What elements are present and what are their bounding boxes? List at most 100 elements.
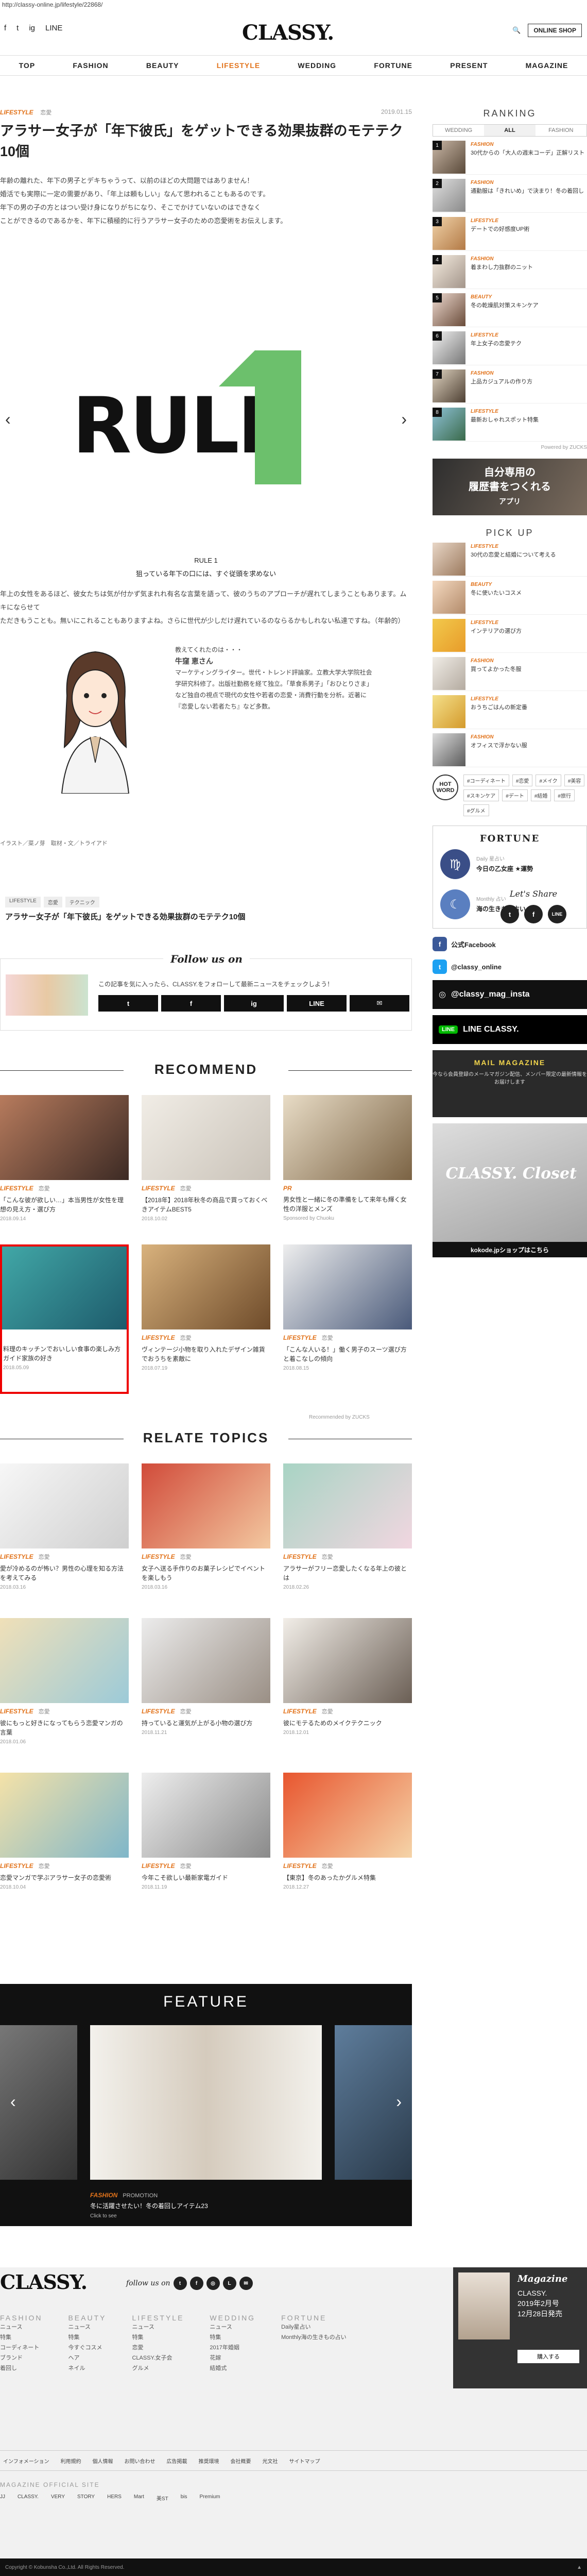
related-card[interactable]: LIFESTYLE 恋愛 彼にもっと好きになってもらう恋愛マンガの言葉 2018.…	[0, 1618, 129, 1773]
card-category[interactable]: LIFESTYLE	[283, 1708, 317, 1715]
card-subcategory[interactable]: 恋愛	[180, 1335, 192, 1341]
card-title[interactable]: 「こんな彼が欲しい…」本当男性が女性を理想の見え方・選び方	[0, 1196, 129, 1214]
footer-mail-icon[interactable]: ✉	[239, 2277, 253, 2290]
footer-twitter-icon[interactable]: t	[173, 2277, 187, 2290]
footer-link[interactable]: ニュース	[68, 2322, 106, 2332]
ranking-item[interactable]: 8 LIFESTYLE 最新おしゃれスポット特集	[433, 403, 587, 442]
related-card[interactable]: LIFESTYLE 恋愛 女子へ送る手作りのお菓子レシピでイベントを楽しもう 20…	[142, 1463, 270, 1618]
tag-chip[interactable]: LIFESTYLE	[5, 897, 41, 907]
pickup-item[interactable]: BEAUTY 冬に使いたいコスメ	[433, 577, 587, 615]
feature-main-image[interactable]	[90, 2025, 322, 2180]
card-category[interactable]: LIFESTYLE	[0, 1862, 33, 1870]
pickup-thumbnail[interactable]	[433, 657, 465, 690]
related-card[interactable]: LIFESTYLE 恋愛 愛が冷めるのが怖い？男性の心理を知る方法を考えてみる 2…	[0, 1463, 129, 1618]
ranking-item[interactable]: 3 LIFESTYLE デートでの好感度UP術	[433, 213, 587, 251]
magazine-site-link[interactable]: VERY	[51, 2494, 65, 2502]
footer-link[interactable]: 今すぐコスメ	[68, 2343, 106, 2353]
hot-word-tag[interactable]: #恋愛	[512, 775, 533, 786]
twitter-label[interactable]: @classy_online	[451, 963, 502, 971]
pickup-item[interactable]: LIFESTYLE 30代の恋愛と結婚について考える	[433, 538, 587, 577]
instagram-banner[interactable]: ◎ @classy_mag_insta	[433, 980, 587, 1009]
card-category[interactable]: LIFESTYLE	[283, 1334, 317, 1341]
ranking-category[interactable]: LIFESTYLE	[471, 331, 522, 340]
ranking-title[interactable]: 冬の乾燥肌対策スキンケア	[471, 301, 539, 310]
card-category[interactable]: LIFESTYLE	[142, 1334, 175, 1341]
footer-logo[interactable]: CLASSY.	[0, 2270, 88, 2294]
ranking-category[interactable]: LIFESTYLE	[471, 408, 539, 416]
footer-link[interactable]: Monthly海の生きもの占い	[281, 2332, 347, 2343]
ranking-thumbnail[interactable]: 2	[433, 179, 465, 212]
nav-wedding[interactable]: WEDDING	[298, 61, 336, 70]
ranking-category[interactable]: FASHION	[471, 369, 532, 378]
card-category[interactable]: LIFESTYLE	[0, 1553, 33, 1560]
ranking-thumbnail[interactable]: 7	[433, 369, 465, 402]
card-title[interactable]: 【東京】冬のあったかグルメ特集	[283, 1873, 412, 1882]
related-card[interactable]: LIFESTYLE 恋愛 彼にモテるためのメイクテクニック 2018.12.01	[283, 1618, 412, 1773]
card-image[interactable]	[283, 1773, 412, 1858]
card-title[interactable]: アラサーがフリー恋愛したくなる年上の彼とは	[283, 1564, 412, 1582]
follow-facebook-button[interactable]: f	[161, 995, 221, 1012]
pickup-category[interactable]: BEAUTY	[471, 581, 522, 589]
facebook-label[interactable]: 公式Facebook	[451, 939, 496, 949]
pickup-title[interactable]: オフィスで浮かない服	[471, 742, 527, 750]
card-image[interactable]	[142, 1618, 270, 1703]
ranking-category[interactable]: BEAUTY	[471, 293, 539, 301]
footer-col-heading[interactable]: WEDDING	[210, 2314, 255, 2322]
pickup-title[interactable]: インテリアの選び方	[471, 627, 522, 635]
hot-word-tag[interactable]: #コーディネート	[463, 775, 509, 786]
ranking-item[interactable]: 6 LIFESTYLE 年上女子の恋愛テク	[433, 327, 587, 365]
ranking-thumbnail[interactable]: 5	[433, 293, 465, 326]
pickup-thumbnail[interactable]	[433, 695, 465, 728]
pickup-thumbnail[interactable]	[433, 619, 465, 652]
pickup-category[interactable]: LIFESTYLE	[471, 695, 527, 703]
feature-category[interactable]: FASHION	[90, 2192, 117, 2199]
ranking-thumbnail[interactable]: 3	[433, 217, 465, 250]
card-title[interactable]: 男女性と一緒に冬の準備をして来年も輝く女性の洋服とメンズ	[283, 1195, 412, 1214]
card-subcategory[interactable]: 恋愛	[322, 1863, 333, 1870]
tag-chip[interactable]: テクニック	[65, 897, 99, 907]
card-title[interactable]: 愛が冷めるのが怖い？男性の心理を知る方法を考えてみる	[0, 1564, 129, 1582]
hot-word-tag[interactable]: #スキンケア	[463, 789, 499, 801]
footer-link[interactable]: ニュース	[210, 2322, 255, 2332]
site-logo[interactable]: CLASSY.	[242, 21, 334, 45]
ranking-title[interactable]: 最新おしゃれスポット特集	[471, 416, 539, 424]
fortune-text[interactable]: 海の生きもの占い	[476, 904, 526, 914]
ranking-title[interactable]: 30代からの「大人の週末コーデ」正解リスト	[471, 149, 584, 157]
card-category[interactable]: LIFESTYLE	[142, 1185, 175, 1192]
hot-word-tag[interactable]: #デート	[502, 789, 528, 801]
footer-link[interactable]: ブランド	[0, 2353, 42, 2363]
magazine-site-link[interactable]: STORY	[77, 2494, 95, 2502]
card-subcategory[interactable]: 恋愛	[180, 1863, 192, 1870]
magazine-site-link[interactable]: 美ST	[157, 2494, 168, 2502]
card-image[interactable]	[283, 1463, 412, 1548]
recommend-card[interactable]: PR 男女性と一緒に冬の準備をして来年も輝く女性の洋服とメンズ Sponsore…	[283, 1095, 412, 1244]
magazine-site-link[interactable]: Mart	[134, 2494, 144, 2502]
pickup-title[interactable]: 30代の恋愛と結婚について考える	[471, 551, 556, 559]
ranking-item[interactable]: 7 FASHION 上品カジュアルの作り方	[433, 365, 587, 403]
footer-bottom-link[interactable]: お問い合わせ	[125, 2457, 156, 2465]
feature-prev-icon[interactable]: ‹	[10, 2092, 16, 2111]
pickup-thumbnail[interactable]	[433, 733, 465, 766]
ranking-item[interactable]: 5 BEAUTY 冬の乾燥肌対策スキンケア	[433, 289, 587, 327]
nav-top[interactable]: TOP	[19, 61, 36, 70]
card-subcategory[interactable]: 恋愛	[39, 1186, 50, 1192]
ranking-title[interactable]: 上品カジュアルの作り方	[471, 378, 532, 386]
magazine-buy-button[interactable]: 購入する	[517, 2350, 579, 2363]
closet-banner[interactable]: CLASSY. Closet kokode.jpショップはこちら	[433, 1123, 587, 1257]
line-banner[interactable]: LINE LINE CLASSY.	[433, 1015, 587, 1044]
card-subcategory[interactable]: 恋愛	[322, 1709, 333, 1715]
card-image[interactable]	[0, 1773, 129, 1858]
recommend-card[interactable]: LIFESTYLE 恋愛 「こんな人いる！」働く男子のスーツ選び方と着こなしの傾向…	[283, 1244, 412, 1394]
pickup-title[interactable]: 買ってよかった冬服	[471, 665, 521, 674]
pickup-item[interactable]: LIFESTYLE おうちごはんの新定番	[433, 691, 587, 729]
facebook-icon[interactable]: f	[4, 24, 6, 32]
footer-link[interactable]: 着回し	[0, 2363, 42, 2373]
footer-link[interactable]: 恋愛	[132, 2343, 184, 2353]
pickup-item[interactable]: FASHION 買ってよかった冬服	[433, 653, 587, 691]
related-card[interactable]: LIFESTYLE 恋愛 今年こそ欲しい最新家電ガイド 2018.11.19	[142, 1773, 270, 1927]
footer-bottom-link[interactable]: 利用規約	[61, 2457, 81, 2465]
follow-twitter-button[interactable]: t	[98, 995, 158, 1012]
ranking-thumbnail[interactable]: 6	[433, 331, 465, 364]
ranking-title[interactable]: 年上女子の恋愛テク	[471, 340, 522, 348]
footer-facebook-icon[interactable]: f	[189, 2277, 203, 2290]
